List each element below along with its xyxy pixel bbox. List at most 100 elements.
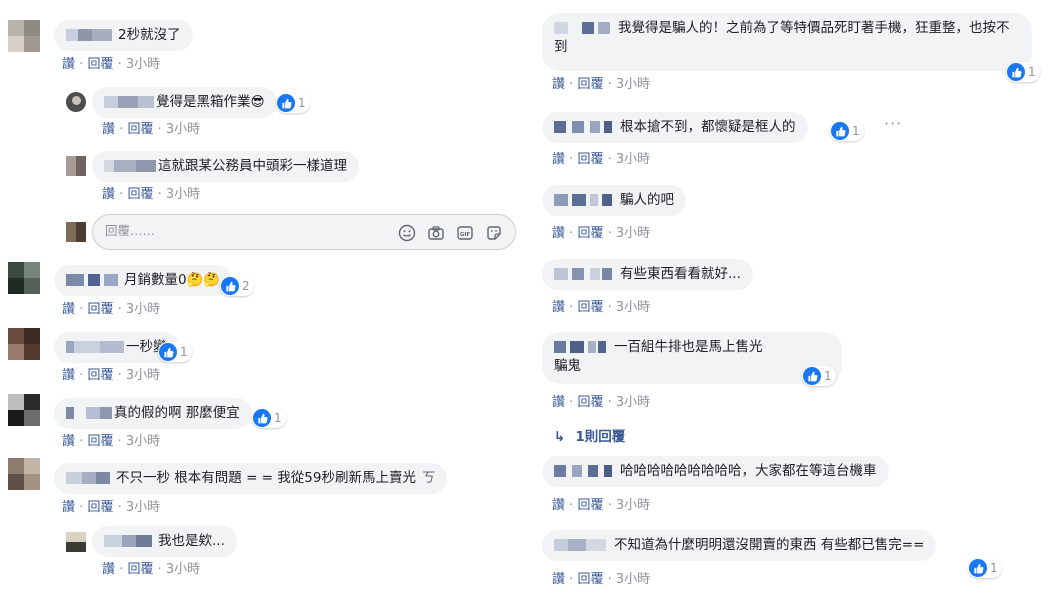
like-link[interactable]: 讚 <box>62 57 75 72</box>
commenter-name[interactable] <box>66 472 110 484</box>
reply-composer[interactable]: GIF <box>92 214 516 250</box>
reply-link[interactable]: 回覆 <box>577 300 603 315</box>
reply-input[interactable] <box>105 223 385 238</box>
avatar[interactable] <box>8 20 40 52</box>
thumbs-up-icon <box>831 122 849 140</box>
timestamp[interactable]: 3小時 <box>616 498 650 513</box>
comment-bubble: 2秒就沒了 <box>54 20 193 51</box>
view-replies-link[interactable]: ↳ 1則回覆 <box>554 425 625 445</box>
avatar[interactable] <box>8 458 40 490</box>
commenter-name[interactable] <box>104 535 152 547</box>
comment-text: 不只一秒 根本有問題 = = 我從59秒刷新馬上賣光 <box>116 470 416 486</box>
commenter-name[interactable] <box>554 341 606 353</box>
like-link[interactable]: 讚 <box>102 562 115 577</box>
like-link[interactable]: 讚 <box>62 434 75 449</box>
reaction-count[interactable]: 1 <box>802 366 836 386</box>
reply-link[interactable]: 回覆 <box>87 368 113 383</box>
comment-actions: 讚 · 回覆 · 3小時 <box>552 226 651 241</box>
like-link[interactable]: 讚 <box>552 77 565 92</box>
like-link[interactable]: 讚 <box>62 302 75 317</box>
like-link[interactable]: 讚 <box>62 500 75 515</box>
reaction-count[interactable]: 1 <box>158 342 192 362</box>
thumbs-up-icon <box>969 559 987 577</box>
reply-link[interactable]: 回覆 <box>87 500 113 515</box>
timestamp[interactable]: 3小時 <box>126 368 160 383</box>
thumbs-up-icon <box>803 367 821 385</box>
avatar[interactable] <box>8 394 40 426</box>
comment-bubble: 有些東西看看就好... <box>542 259 753 290</box>
timestamp[interactable]: 3小時 <box>126 500 160 515</box>
avatar[interactable] <box>8 262 40 294</box>
reaction-count[interactable]: 1 <box>1006 62 1040 82</box>
reply-link[interactable]: 回覆 <box>127 122 153 137</box>
like-link[interactable]: 讚 <box>552 300 565 315</box>
timestamp[interactable]: 3小時 <box>166 187 200 202</box>
like-link[interactable]: 讚 <box>552 226 565 241</box>
like-link[interactable]: 讚 <box>552 395 565 410</box>
commenter-name[interactable] <box>554 22 610 34</box>
gif-icon[interactable]: GIF <box>456 224 474 242</box>
timestamp[interactable]: 3小時 <box>616 226 650 241</box>
like-link[interactable]: 讚 <box>552 152 565 167</box>
like-link[interactable]: 讚 <box>102 122 115 137</box>
ellipsis-icon: ㄎ <box>421 470 436 486</box>
commenter-name[interactable] <box>554 268 612 280</box>
commenter-name[interactable] <box>104 96 154 108</box>
reaction-count[interactable]: 1 <box>276 93 310 113</box>
timestamp[interactable]: 3小時 <box>616 572 650 587</box>
reaction-count[interactable]: 2 <box>220 276 254 296</box>
timestamp[interactable]: 3小時 <box>616 77 650 92</box>
commenter-name[interactable] <box>66 29 112 41</box>
timestamp[interactable]: 3小時 <box>616 152 650 167</box>
comment-bubble: 不知道為什麼明明還沒開賣的東西 有些都已售完== <box>542 530 937 561</box>
comment-bubble: 一百組牛排也是馬上售光 騙鬼 <box>542 332 842 384</box>
commenter-name[interactable] <box>554 539 606 551</box>
sticker-icon[interactable] <box>485 224 503 242</box>
timestamp[interactable]: 3小時 <box>126 434 160 449</box>
like-link[interactable]: 讚 <box>552 498 565 513</box>
reply-link[interactable]: 回覆 <box>87 57 113 72</box>
emoji-icon[interactable] <box>398 224 416 242</box>
avatar[interactable] <box>66 532 86 552</box>
more-options-icon[interactable]: ··· <box>884 114 902 133</box>
avatar[interactable] <box>8 328 40 360</box>
like-link[interactable]: 讚 <box>102 187 115 202</box>
like-link[interactable]: 讚 <box>62 368 75 383</box>
comment-actions: 讚 · 回覆 · 3小時 <box>552 572 651 587</box>
avatar[interactable] <box>66 156 86 176</box>
commenter-name[interactable] <box>554 121 612 133</box>
timestamp[interactable]: 3小時 <box>126 57 160 72</box>
avatar[interactable] <box>66 92 86 112</box>
timestamp[interactable]: 3小時 <box>616 395 650 410</box>
reaction-count[interactable]: 1 <box>830 121 864 141</box>
commenter-name[interactable] <box>66 274 118 286</box>
comment-actions: 讚 · 回覆 · 3小時 <box>62 500 161 515</box>
timestamp[interactable]: 3小時 <box>616 300 650 315</box>
reply-link[interactable]: 回覆 <box>577 572 603 587</box>
commenter-name[interactable] <box>554 465 612 477</box>
reaction-count[interactable]: 1 <box>252 408 286 428</box>
reply-link[interactable]: 回覆 <box>577 395 603 410</box>
comment-text: 覺得是黑箱作業😎 <box>156 94 265 110</box>
commenter-name[interactable] <box>554 194 612 206</box>
reply-link[interactable]: 回覆 <box>87 302 113 317</box>
reply-link[interactable]: 回覆 <box>127 187 153 202</box>
timestamp[interactable]: 3小時 <box>166 122 200 137</box>
reply-link[interactable]: 回覆 <box>577 77 603 92</box>
reply-link[interactable]: 回覆 <box>127 562 153 577</box>
comment-actions: 讚 · 回覆 · 3小時 <box>62 434 161 449</box>
commenter-name[interactable] <box>104 160 156 172</box>
commenter-name[interactable] <box>66 407 112 419</box>
reaction-count[interactable]: 1 <box>968 558 1002 578</box>
timestamp[interactable]: 3小時 <box>126 302 160 317</box>
commenter-name[interactable] <box>66 341 124 353</box>
like-link[interactable]: 讚 <box>552 572 565 587</box>
timestamp[interactable]: 3小時 <box>166 562 200 577</box>
reply-link[interactable]: 回覆 <box>577 498 603 513</box>
camera-icon[interactable] <box>427 224 445 242</box>
comment-actions: 讚 · 回覆 · 3小時 <box>102 562 201 577</box>
reply-link[interactable]: 回覆 <box>577 152 603 167</box>
comment-bubble: 根本搶不到，都懷疑是框人的 <box>542 112 808 143</box>
reply-link[interactable]: 回覆 <box>87 434 113 449</box>
reply-link[interactable]: 回覆 <box>577 226 603 241</box>
